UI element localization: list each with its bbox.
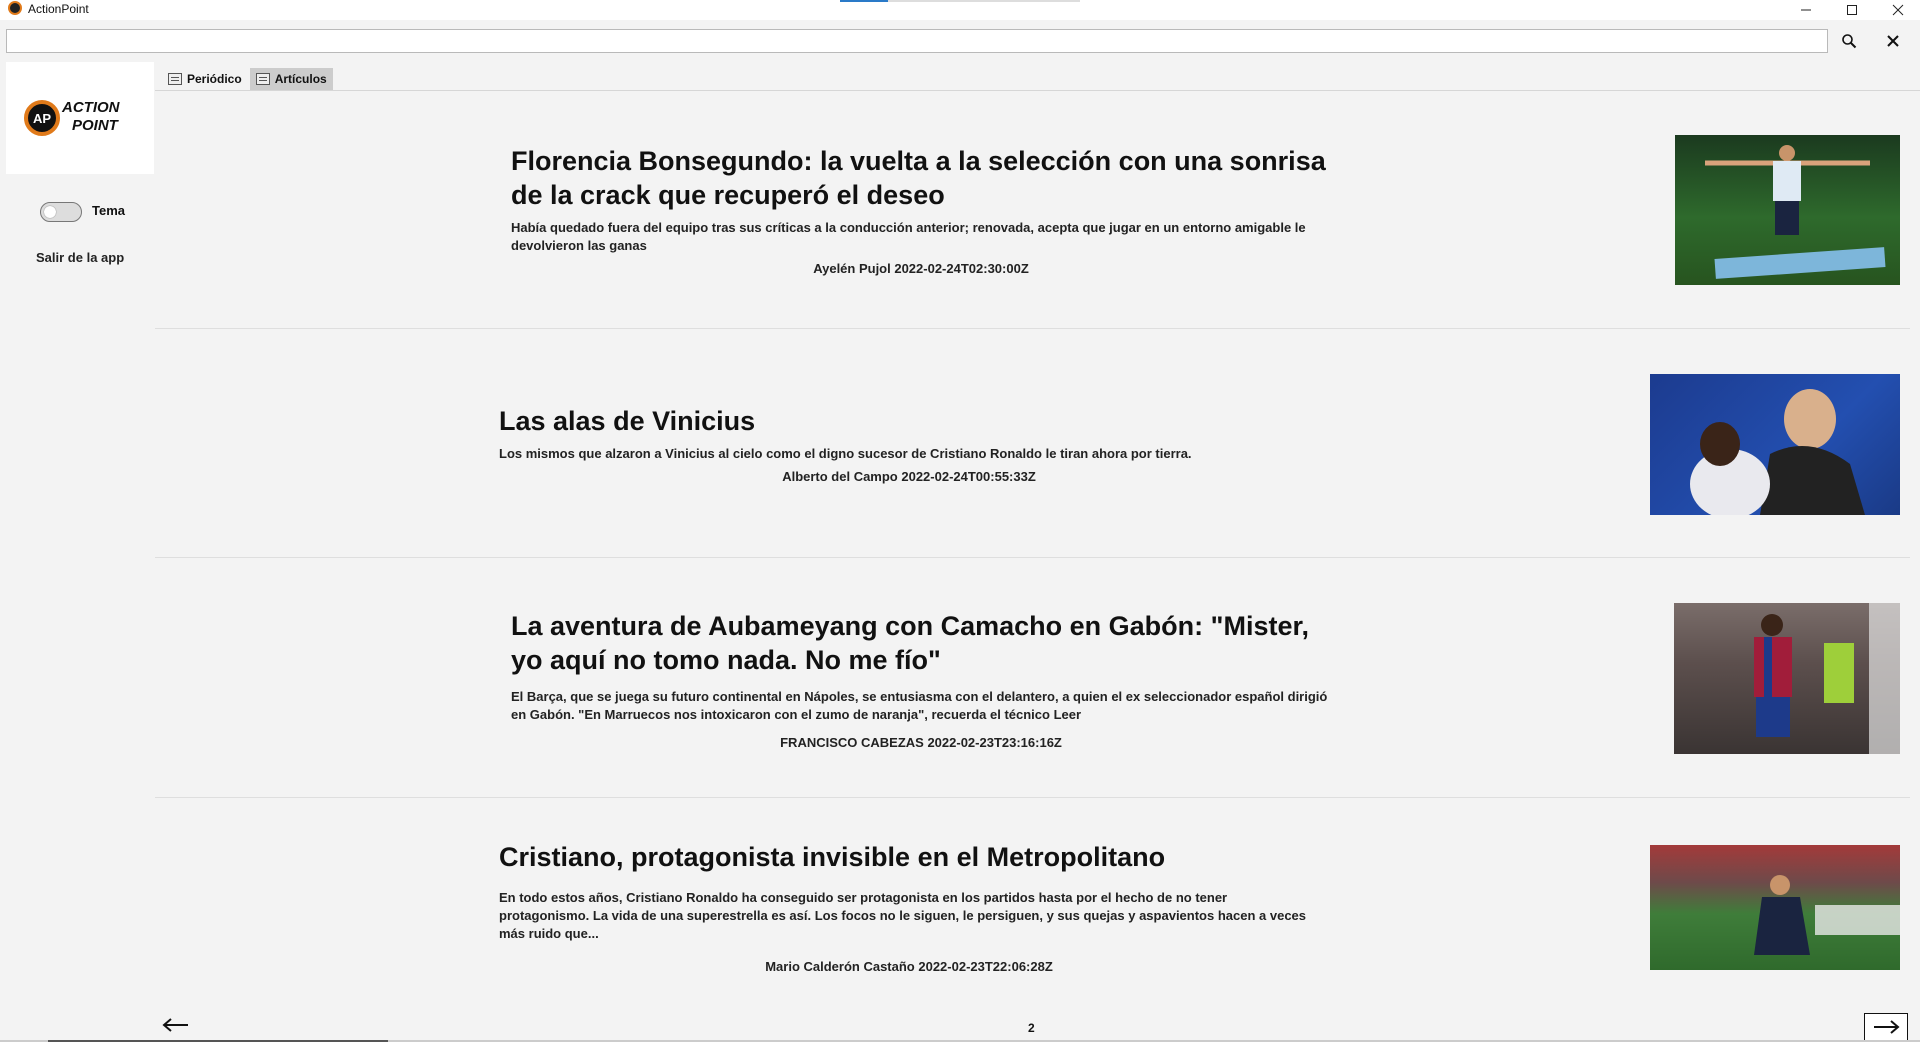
article-headline[interactable]: Las alas de Vinicius (499, 404, 1319, 438)
title-bar: ActionPoint (0, 0, 1920, 20)
theme-label: Tema (92, 203, 125, 218)
article-card[interactable]: Cristiano, protagonista invisible en el … (155, 798, 1910, 1010)
action-point-logo: AP ACTION POINT (24, 99, 121, 136)
close-icon (1887, 35, 1899, 47)
search-button[interactable] (1838, 30, 1860, 52)
exit-app-button[interactable]: Salir de la app (36, 250, 124, 265)
search-clear-button[interactable] (1882, 30, 1904, 52)
previous-page-button[interactable] (160, 1016, 192, 1038)
article-headline[interactable]: Florencia Bonsegundo: la vuelta a la sel… (511, 144, 1331, 212)
article-byline: FRANCISCO CABEZAS 2022-02-23T23:16:16Z (780, 735, 1062, 750)
window-close-button[interactable] (1876, 0, 1920, 20)
svg-text:ACTION: ACTION (61, 99, 121, 116)
maximize-icon (1847, 5, 1857, 15)
article-image (1675, 135, 1900, 285)
arrow-left-icon (162, 1018, 188, 1032)
article-summary: El Barça, que se juega su futuro contine… (511, 689, 1328, 722)
theme-toggle[interactable] (40, 202, 82, 222)
next-page-button[interactable] (1864, 1013, 1908, 1042)
article-card[interactable]: Las alas de Vinicius Los mismos que alza… (155, 329, 1910, 558)
minimize-icon (1801, 9, 1811, 11)
sidebar: AP ACTION POINT Tema Salir de la app (0, 62, 155, 1042)
window-close-icon (1892, 4, 1904, 16)
title-indicator-active (840, 0, 888, 2)
maximize-button[interactable] (1830, 0, 1874, 20)
tab-periodico-label: Periódico (187, 72, 242, 86)
tab-periodico[interactable]: Periódico (162, 68, 248, 90)
app-logo: AP ACTION POINT (6, 62, 154, 174)
magnifier-icon (1842, 34, 1857, 49)
article-headline[interactable]: Cristiano, protagonista invisible en el … (499, 840, 1319, 874)
arrow-right-icon (1874, 1020, 1900, 1034)
article-image (1674, 603, 1900, 754)
article-card[interactable]: La aventura de Aubameyang con Camacho en… (155, 558, 1910, 798)
tab-bar: Periódico Artículos (162, 68, 333, 90)
page-number: 2 (1028, 1021, 1035, 1035)
theme-toggle-knob (44, 206, 56, 218)
search-input[interactable] (6, 29, 1828, 53)
article-byline: Alberto del Campo 2022-02-24T00:55:33Z (782, 469, 1036, 484)
article-card[interactable]: Florencia Bonsegundo: la vuelta a la sel… (155, 92, 1910, 329)
minimize-button[interactable] (1784, 0, 1828, 20)
article-summary: Los mismos que alzaron a Vinicius al cie… (499, 446, 1192, 461)
article-byline: Ayelén Pujol 2022-02-24T02:30:00Z (813, 261, 1029, 276)
newspaper-icon (168, 73, 182, 85)
svg-text:AP: AP (33, 111, 51, 126)
tabs-divider (155, 90, 1920, 91)
tab-articulos-label: Artículos (274, 72, 327, 86)
article-headline[interactable]: La aventura de Aubameyang con Camacho en… (511, 609, 1331, 677)
svg-text:POINT: POINT (72, 117, 120, 134)
articles-icon (255, 73, 270, 85)
tab-articulos[interactable]: Artículos (249, 68, 333, 90)
app-title: ActionPoint (28, 2, 89, 16)
article-summary: En todo estos años, Cristiano Ronaldo ha… (499, 890, 1307, 941)
app-icon (8, 1, 22, 15)
article-image (1650, 374, 1900, 515)
article-summary: Había quedado fuera del equipo tras sus … (511, 220, 1306, 253)
article-image (1650, 845, 1900, 970)
article-byline: Mario Calderón Castaño 2022-02-23T22:06:… (765, 959, 1053, 974)
